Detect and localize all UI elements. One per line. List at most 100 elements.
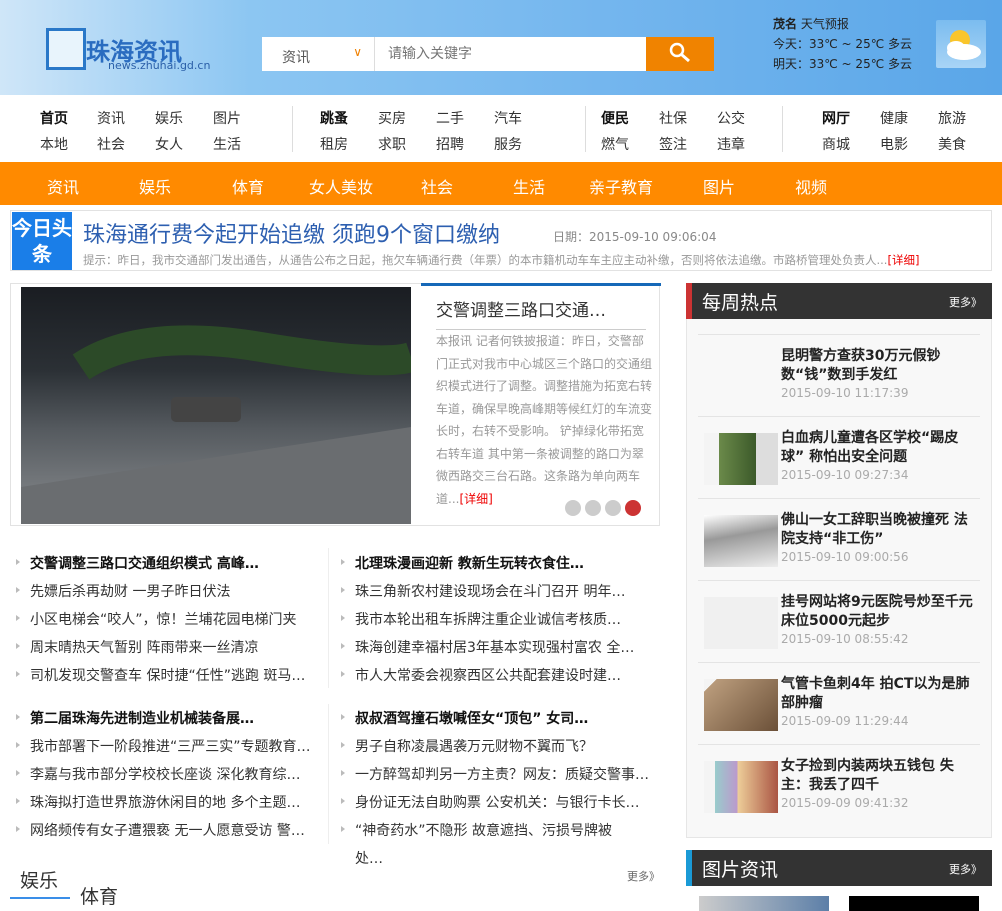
hot-news-item[interactable]: 气管卡鱼刺4年 拍CT以为是肺部肿瘤 2015-09-09 11:29:44 xyxy=(698,662,980,744)
photo-news-more-link[interactable]: 更多》 xyxy=(949,861,982,877)
headline-title[interactable]: 珠海通行费今起开始追缴 须跑9个窗口缴纳 xyxy=(83,217,500,249)
list-item[interactable]: 李嘉与我市部分学校校长座谈 深化教育综… xyxy=(15,764,300,784)
slide-image[interactable] xyxy=(21,287,416,524)
slide-dot-3[interactable] xyxy=(605,500,621,516)
nav-link[interactable]: 娱乐 xyxy=(155,108,183,128)
nav-link[interactable]: 公交 xyxy=(717,108,745,128)
search-category-select[interactable]: 资讯 ∨ xyxy=(262,37,375,71)
nav-link[interactable]: 电影 xyxy=(880,134,908,154)
hot-news-title[interactable]: 挂号网站将9元医院号炒至千元 床位5000元起步 xyxy=(781,593,981,631)
category-tab[interactable]: 视频 xyxy=(795,174,827,198)
header-accent xyxy=(686,850,692,886)
nav-link[interactable]: 便民 xyxy=(601,108,629,128)
news-thumbnail[interactable] xyxy=(704,515,778,567)
list-item[interactable]: “神奇药水”不隐形 故意遮挡、污损号牌被 xyxy=(341,820,612,840)
headline-more-link[interactable]: [详细] xyxy=(887,253,919,267)
list-item[interactable]: 司机发现交警查车 保时捷“任性”逃跑 斑马… xyxy=(15,665,305,685)
nav-link[interactable]: 旅游 xyxy=(938,108,966,128)
list-item[interactable]: 市人大常委会视察西区公共配套建设时建… xyxy=(341,665,621,685)
weekly-more-link[interactable]: 更多》 xyxy=(949,294,982,310)
list-item[interactable]: 网络频传有女子遭猥亵 无一人愿意受访 警… xyxy=(16,820,305,840)
category-tab[interactable]: 生活 xyxy=(513,174,545,198)
list-headline[interactable]: 北理珠漫画迎新 教新生玩转衣食住… xyxy=(341,553,584,573)
hot-news-item[interactable]: 白血病儿童遭各区学校“踢皮球” 称怕出安全问题 2015-09-10 09:27:… xyxy=(698,416,980,498)
news-thumbnail[interactable] xyxy=(704,761,778,813)
nav-link[interactable]: 首页 xyxy=(40,108,68,128)
nav-link[interactable]: 跳蚤 xyxy=(320,108,348,128)
category-tab[interactable]: 女人美妆 xyxy=(309,174,373,198)
category-tab[interactable]: 社会 xyxy=(421,174,453,198)
list-item[interactable]: 一方醉驾却判另一方主责？网友：质疑交警事… xyxy=(341,764,649,784)
list-headline[interactable]: 叔叔酒驾撞石墩喊侄女“顶包” 女司… xyxy=(340,708,588,728)
category-tab[interactable]: 亲子教育 xyxy=(589,174,653,198)
list-headline[interactable]: 交警调整三路口交通组织模式 高峰… xyxy=(16,553,259,573)
nav-link[interactable]: 汽车 xyxy=(494,108,522,128)
nav-link[interactable]: 社保 xyxy=(659,108,687,128)
list-item[interactable]: 先嫖后杀再劫财 一男子昨日伏法 xyxy=(15,581,230,601)
nav-link[interactable]: 生活 xyxy=(213,134,241,154)
weather-city[interactable]: 茂名 xyxy=(773,17,797,31)
nav-link[interactable]: 招聘 xyxy=(436,134,464,154)
nav-link[interactable]: 签注 xyxy=(659,134,687,154)
nav-link[interactable]: 买房 xyxy=(378,108,406,128)
list-item[interactable]: 我市部署下一阶段推进“三严三实”专题教育… xyxy=(16,736,311,756)
list-item[interactable]: 我市本轮出租车拆牌注重企业诚信考核质… xyxy=(341,609,621,629)
list-item[interactable]: 珠海创建幸福村居3年基本实现强村富农 全… xyxy=(340,637,634,657)
hot-news-item[interactable]: 挂号网站将9元医院号炒至千元 床位5000元起步 2015-09-10 08:55… xyxy=(698,580,980,662)
logo-url: news.zhuhai.gd.cn xyxy=(108,59,211,72)
nav-link[interactable]: 二手 xyxy=(436,108,464,128)
nav-link[interactable]: 本地 xyxy=(40,134,68,154)
weekly-hot-title: 每周热点 xyxy=(702,292,779,314)
more-link[interactable]: 更多》 xyxy=(627,868,660,884)
category-tab[interactable]: 资讯 xyxy=(47,174,79,198)
slide-dot-4-active[interactable] xyxy=(625,500,641,516)
category-tab[interactable]: 图片 xyxy=(703,174,735,198)
nav-link[interactable]: 女人 xyxy=(155,134,183,154)
list-item[interactable]: 身份证无法自助购票 公安机关：与银行卡长… xyxy=(340,792,639,812)
nav-link[interactable]: 图片 xyxy=(213,108,241,128)
slide-dot-2[interactable] xyxy=(585,500,601,516)
news-thumbnail[interactable] xyxy=(704,679,778,731)
list-item[interactable]: 小区电梯会“咬人”，惊！兰埔花园电梯门夹 xyxy=(16,609,297,629)
nav-link[interactable]: 违章 xyxy=(717,134,745,154)
news-thumbnail[interactable] xyxy=(704,351,778,403)
list-item[interactable]: 周末晴热天气暂别 阵雨带来一丝清凉 xyxy=(15,637,258,657)
slide-dot-1[interactable] xyxy=(565,500,581,516)
nav-link[interactable]: 租房 xyxy=(320,134,348,154)
tab-entertainment[interactable]: 娱乐 xyxy=(20,866,58,893)
news-thumbnail[interactable] xyxy=(704,433,778,485)
hot-news-item[interactable]: 佛山一女工辞职当晚被撞死 法院支持“非工伤” 2015-09-10 09:00:5… xyxy=(698,498,980,580)
photo-thumbnail[interactable] xyxy=(699,896,829,911)
hot-news-title[interactable]: 气管卡鱼刺4年 拍CT以为是肺部肿瘤 xyxy=(781,675,981,713)
nav-link[interactable]: 服务 xyxy=(494,134,522,154)
nav-link[interactable]: 美食 xyxy=(938,134,966,154)
list-item[interactable]: 珠海拟打造世界旅游休闲目的地 多个主题… xyxy=(15,792,300,812)
tab-sports[interactable]: 体育 xyxy=(80,882,118,909)
news-thumbnail[interactable] xyxy=(704,597,778,649)
list-headline[interactable]: 第二届珠海先进制造业机械装备展… xyxy=(16,708,254,728)
list-item[interactable]: 处… xyxy=(355,848,383,868)
hot-news-item[interactable]: 昆明警方查获30万元假钞 数“钱”数到手发红 2015-09-10 11:17:3… xyxy=(698,334,980,416)
category-tab[interactable]: 体育 xyxy=(232,174,264,198)
slide-more-link[interactable]: [详细] xyxy=(459,492,492,506)
nav-link[interactable]: 资讯 xyxy=(97,108,125,128)
nav-link[interactable]: 社会 xyxy=(97,134,125,154)
search-input[interactable] xyxy=(376,37,646,71)
photo-thumbnail[interactable] xyxy=(849,896,979,911)
nav-link[interactable]: 商城 xyxy=(822,134,850,154)
hot-news-item[interactable]: 女子捡到内装两块五钱包 失主：我丢了四千 2015-09-09 09:41:32 xyxy=(698,744,980,826)
search-button[interactable] xyxy=(646,37,714,71)
slide-title[interactable]: 交警调整三路口交通… xyxy=(436,296,646,330)
nav-link[interactable]: 求职 xyxy=(378,134,406,154)
category-tab[interactable]: 娱乐 xyxy=(139,174,171,198)
nav-link[interactable]: 燃气 xyxy=(601,134,629,154)
nav-link[interactable]: 网厅 xyxy=(822,108,850,128)
hot-news-title[interactable]: 女子捡到内装两块五钱包 失主：我丢了四千 xyxy=(781,757,981,795)
hot-news-title[interactable]: 昆明警方查获30万元假钞 数“钱”数到手发红 xyxy=(781,347,981,385)
list-item[interactable]: 男子自称凌晨遇袭万元财物不翼而飞？ xyxy=(341,736,593,756)
list-item[interactable]: 珠三角新农村建设现场会在斗门召开 明年… xyxy=(340,581,625,601)
site-logo[interactable]: 珠海资讯 news.zhuhai.gd.cn xyxy=(46,20,211,74)
hot-news-title[interactable]: 佛山一女工辞职当晚被撞死 法院支持“非工伤” xyxy=(781,511,981,549)
nav-link[interactable]: 健康 xyxy=(880,108,908,128)
hot-news-title[interactable]: 白血病儿童遭各区学校“踢皮球” 称怕出安全问题 xyxy=(781,429,981,467)
